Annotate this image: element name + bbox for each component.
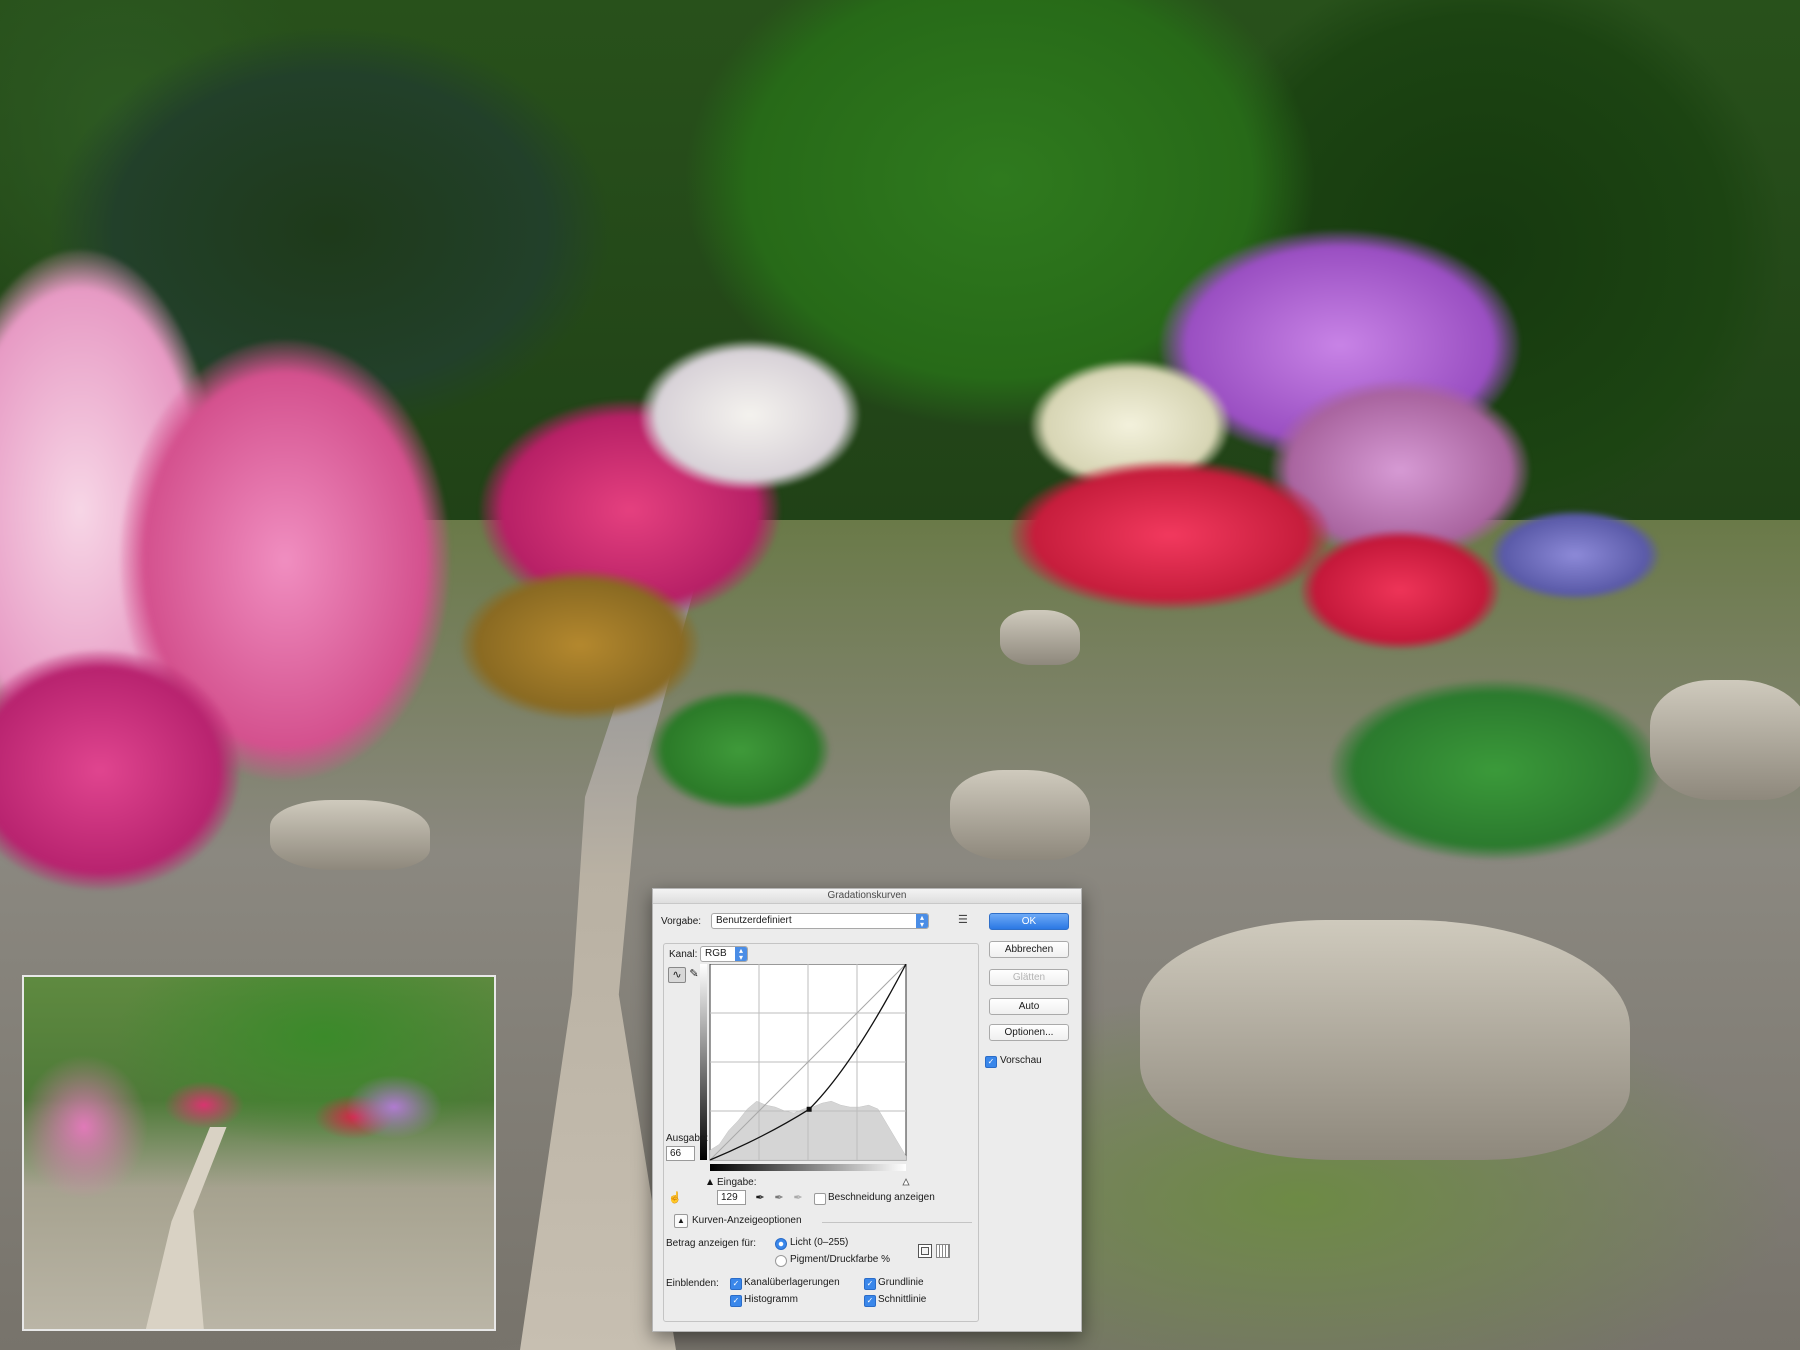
intersection-checkbox[interactable]: ✓ [864,1295,876,1307]
green-plant-right [1330,680,1660,860]
input-field[interactable]: 129 [717,1190,746,1205]
dialog-title: Gradationskurven [653,889,1081,904]
preset-value: Benutzerdefiniert [716,915,792,926]
red-azalea [1010,460,1330,610]
curve-point-tool-icon[interactable]: ∿ [668,967,686,983]
rock-middle-small [1000,610,1080,665]
cancel-button[interactable]: Abbrechen [989,941,1069,958]
preview-checkbox[interactable]: ✓ [985,1056,997,1068]
white-point-slider[interactable] [902,1178,910,1186]
histogram-checkbox[interactable]: ✓ [730,1295,742,1307]
output-field[interactable]: 66 [666,1146,695,1161]
collapse-triangle-icon[interactable]: ▲ [674,1214,688,1228]
white-eyedropper-icon[interactable]: ✒ [790,1191,806,1205]
pigment-label: Pigment/Druckfarbe % [790,1254,891,1265]
olive-shrub [460,570,700,720]
channel-select[interactable]: RGB ▴ ▾ [700,946,748,962]
black-eyedropper-icon[interactable]: ✒ [752,1191,768,1205]
options-button[interactable]: Optionen... [989,1024,1069,1041]
input-gradient-bar [710,1164,906,1171]
preset-label: Vorgabe: [661,916,702,927]
show-clipping-checkbox[interactable] [814,1193,826,1205]
detailed-grid-icon[interactable] [936,1244,950,1258]
curve-options-label: Kurven-Anzeigeoptionen [692,1215,802,1226]
channel-label: Kanal: [669,949,698,960]
curve-control-point[interactable] [806,1106,812,1112]
auto-button[interactable]: Auto [989,998,1069,1015]
baseline-checkbox[interactable]: ✓ [864,1278,876,1290]
output-gradient-bar [700,964,707,1160]
curves-dialog: Gradationskurven Vorgabe: Benutzerdefini… [652,888,1082,1332]
popup-arrows-icon: ▴ ▾ [735,947,747,962]
histogram-label: Histogramm [744,1294,798,1305]
curves-group: Kanal: RGB ▴ ▾ ∿ ✎ Ausgabe: 66 Eingabe: … [663,943,979,1322]
white-rhododendron [640,340,860,490]
light-radio[interactable] [775,1238,787,1250]
preset-select[interactable]: Benutzerdefiniert ▴ ▾ [711,913,929,929]
section-divider [822,1222,972,1223]
green-plant [650,690,830,810]
on-image-adjust-hand-icon[interactable]: ☝ [667,1191,683,1205]
channel-overlays-checkbox[interactable]: ✓ [730,1278,742,1290]
channel-overlays-label: Kanalüberlagerungen [744,1277,840,1288]
intersection-label: Schnittlinie [878,1294,927,1305]
thumbnail-path [144,1127,227,1329]
simple-grid-icon[interactable] [918,1244,932,1258]
pigment-radio[interactable] [775,1255,787,1267]
preview-label: Vorschau [1000,1055,1042,1066]
light-label: Licht (0–255) [790,1237,849,1248]
ok-button[interactable]: OK [989,913,1069,930]
input-label: Eingabe: [717,1177,757,1188]
show-clipping-label: Beschneidung anzeigen [828,1192,935,1203]
gray-eyedropper-icon[interactable]: ✒ [771,1191,787,1205]
smooth-button[interactable]: Glätten [989,969,1069,986]
show-label: Einblenden: [666,1278,719,1289]
baseline-label: Grundlinie [878,1277,924,1288]
large-rock [1140,920,1630,1160]
curve-graph[interactable] [700,964,910,1186]
menu-icon[interactable]: ☰ [958,913,968,926]
rock-right [1650,680,1800,800]
black-point-slider[interactable] [707,1179,713,1185]
rock-middle [950,770,1090,860]
channel-value: RGB [705,948,727,959]
output-label: Ausgabe: [666,1133,709,1144]
blue-shrub [1490,510,1660,600]
red-azalea-small [1300,530,1500,650]
rock-left [270,800,430,870]
show-amount-label: Betrag anzeigen für: [666,1238,757,1249]
before-thumbnail [22,975,496,1331]
popup-arrows-icon: ▴ ▾ [916,914,928,929]
